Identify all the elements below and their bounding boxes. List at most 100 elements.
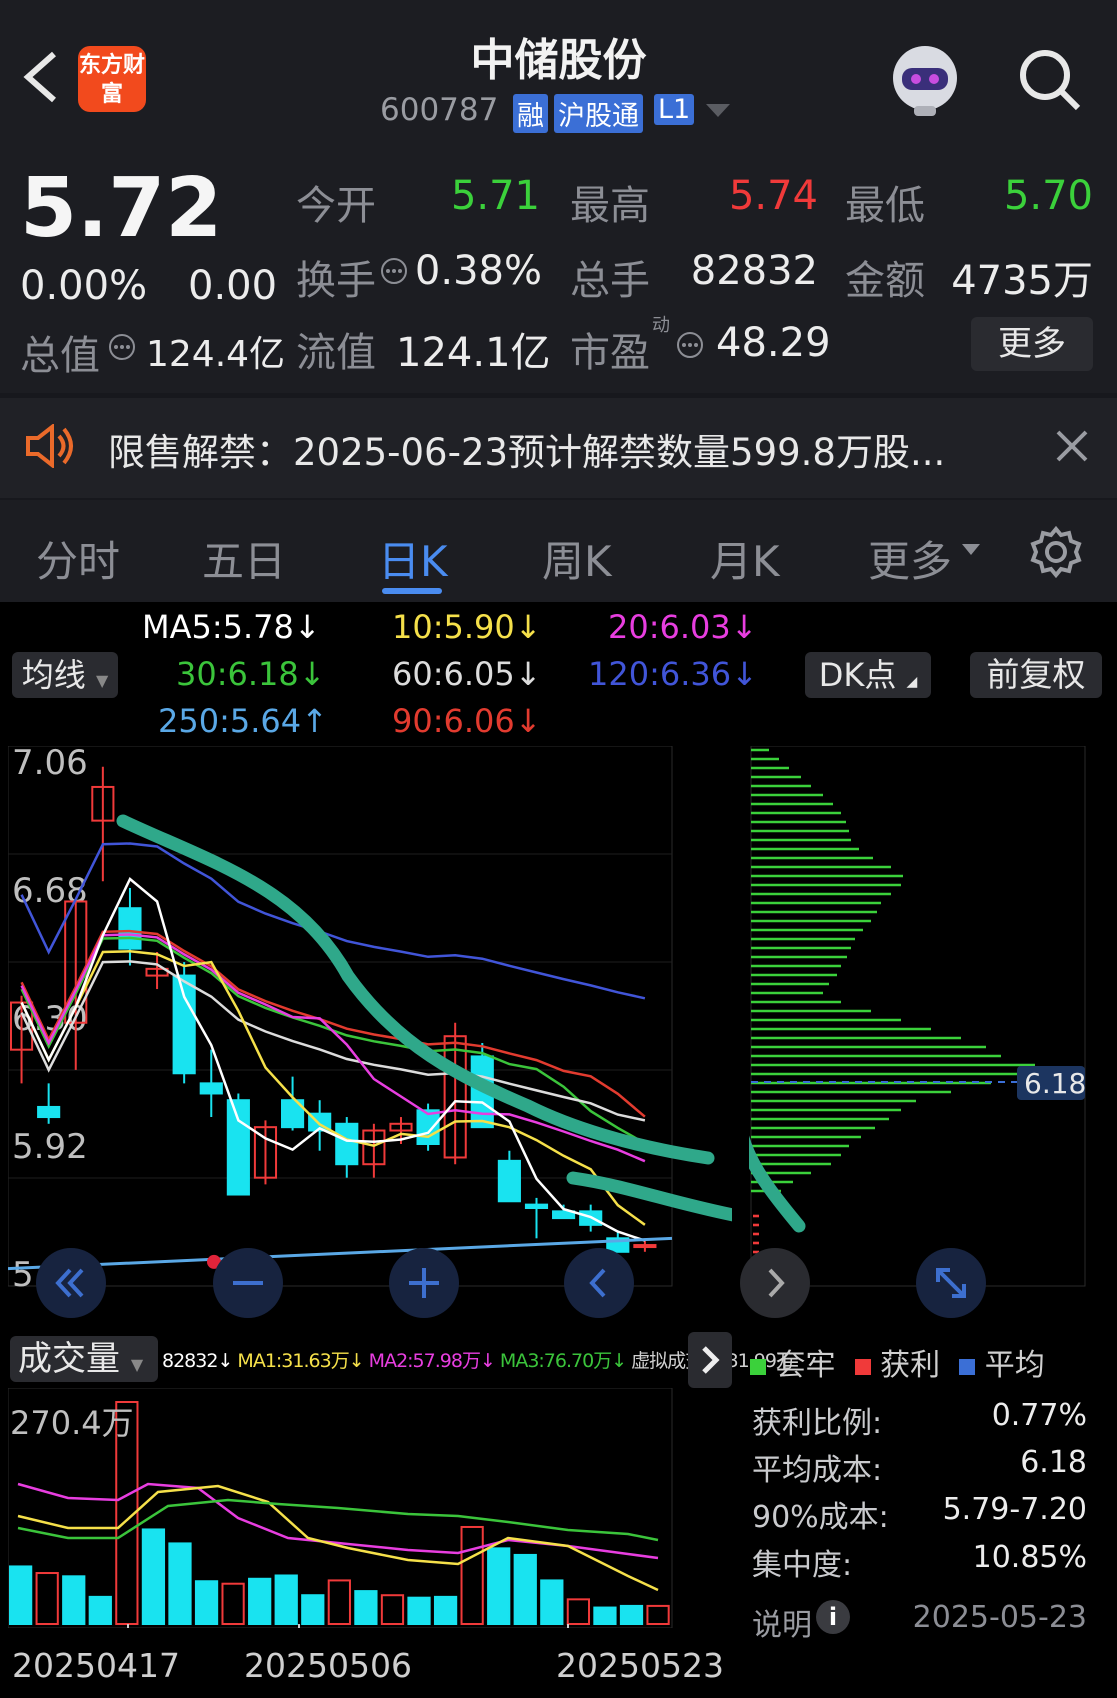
volume-ma3-line: [17, 1498, 659, 1542]
double-chevron-left-icon: [55, 1268, 84, 1298]
tab-weekly-k[interactable]: 周K: [542, 528, 612, 589]
robot-assistant-icon[interactable]: [884, 40, 966, 120]
ma250-legend: 250:5.64↑: [158, 702, 328, 740]
notice-text: 限售解禁：2025-06-23预计解禁数量599.8万股...: [108, 431, 946, 474]
candle-body: [199, 1082, 223, 1095]
kline-chart[interactable]: 7.066.686.305.925.54: [8, 746, 732, 1326]
stat-label: 90%成本:: [752, 1500, 889, 1535]
info-dots-icon[interactable]: [676, 331, 704, 359]
volume-bar: [433, 1595, 458, 1626]
pe-superscript: 动: [652, 315, 670, 336]
avg-cost-tag-text: 6.18: [1024, 1067, 1086, 1100]
stat-label: 集中度:: [752, 1548, 853, 1583]
volume-bar: [646, 1604, 670, 1626]
scroll-right-button[interactable]: [740, 1248, 810, 1318]
float-label: 流值: [296, 330, 376, 376]
chip-legend: 套牢 获利 平均: [750, 1340, 1045, 1384]
volume-bar: [274, 1574, 298, 1626]
plus-icon: [409, 1268, 439, 1298]
chip-frame: [750, 746, 1086, 1287]
scroll-left-button[interactable]: [564, 1248, 634, 1318]
ma5-line: [20, 877, 646, 1242]
price-axis-label: 7.06: [12, 746, 88, 783]
fullscreen-button[interactable]: [916, 1248, 986, 1318]
close-icon[interactable]: [1056, 430, 1088, 462]
tab-five-day[interactable]: 五日: [202, 528, 286, 589]
tab-more[interactable]: 更多: [868, 528, 952, 589]
candle-body: [416, 1109, 440, 1146]
volume-indicator-selector[interactable]: 成交量 ▼: [10, 1336, 158, 1382]
candle-body: [524, 1203, 549, 1210]
legend-trapped: 套牢: [775, 1348, 836, 1383]
stat-value: 0.77%: [991, 1398, 1087, 1433]
settings-gear-icon[interactable]: [1030, 526, 1082, 578]
chevron-left-icon: [589, 1268, 606, 1298]
candle-body: [633, 1244, 657, 1249]
annotation-arrow-head: [749, 1135, 806, 1233]
stat-value: 10.85%: [972, 1540, 1087, 1575]
caret-down-icon: [962, 544, 980, 555]
ma10-legend: 10:5.90↓: [392, 608, 542, 646]
legend-profit: 获利: [880, 1348, 941, 1383]
stat-value: 6.18: [1020, 1445, 1087, 1480]
tab-daily-k[interactable]: 日K: [378, 528, 448, 589]
active-tab-indicator: [382, 588, 442, 594]
info-dots-icon[interactable]: [108, 333, 136, 361]
stock-code: 600787: [380, 92, 499, 128]
candle-body: [335, 1122, 359, 1166]
quote-panel: 5.72 0.00% 0.00 总值 124.4亿 今开 5.71 最高 5.7…: [0, 145, 1117, 393]
zoom-out-button[interactable]: [213, 1248, 283, 1318]
volume-bar: [380, 1594, 405, 1626]
zoom-in-button[interactable]: [389, 1248, 459, 1318]
expand-icon: [936, 1268, 966, 1298]
ma-selector-button[interactable]: 均线 ▼: [12, 652, 118, 698]
annotation-arrow-line: [566, 1171, 732, 1222]
tab-intraday[interactable]: 分时: [36, 528, 120, 589]
volume-bar: [513, 1553, 537, 1625]
speaker-icon: [26, 424, 73, 468]
chip-date: 2025-05-23: [912, 1600, 1087, 1635]
chip-distribution-chart: 6.18: [749, 746, 1086, 1287]
low-value: 5.70: [1003, 173, 1093, 219]
ma120-line: [20, 842, 646, 1000]
ma30-legend: 30:6.18↓: [176, 655, 326, 693]
legend-average: 平均: [984, 1348, 1045, 1383]
volume-bar: [460, 1525, 484, 1626]
tab-monthly-k[interactable]: 月K: [710, 528, 780, 589]
adjust-button[interactable]: 前复权: [970, 652, 1102, 698]
dk-point-button[interactable]: DK点 ◢: [805, 652, 931, 698]
volume-bar: [62, 1575, 86, 1625]
info-icon[interactable]: i: [816, 1600, 850, 1634]
float-value: 124.1亿: [396, 330, 551, 376]
mktcap-value: 124.4亿: [146, 334, 286, 375]
scroll-start-button[interactable]: [36, 1248, 106, 1318]
ma-selector-label: 均线: [21, 656, 86, 694]
volume-current: 82832↓: [162, 1350, 233, 1372]
volume-bar: [35, 1572, 59, 1625]
ma20-legend: 20:6.03↓: [608, 608, 758, 646]
volume-bar: [619, 1604, 644, 1626]
volume-bar: [88, 1595, 112, 1626]
chevron-right-icon: [768, 1268, 785, 1298]
ma90-legend: 90:6.06↓: [392, 702, 542, 740]
volume-bar: [327, 1579, 351, 1626]
ma10-line: [20, 950, 646, 1226]
candle-body: [172, 974, 196, 1075]
expand-panel-button[interactable]: [688, 1332, 732, 1388]
chart-frame: [8, 746, 673, 1287]
chevron-down-icon[interactable]: [706, 104, 730, 118]
ma60-legend: 60:6.05↓: [392, 655, 542, 693]
mktcap-label: 总值: [20, 333, 100, 379]
explain-label[interactable]: 说明: [752, 1600, 812, 1644]
price-axis-label: 5.92: [12, 1127, 88, 1167]
notice-bar[interactable]: 限售解禁：2025-06-23预计解禁数量599.8万股...: [0, 398, 1117, 498]
date-label-mid: 20250506: [244, 1646, 412, 1685]
amount-value: 4735万: [951, 258, 1093, 304]
dk-point-label: DK点: [818, 656, 897, 694]
search-icon[interactable]: [1018, 48, 1082, 112]
stat-label: 平均成本:: [752, 1453, 883, 1488]
volume-bar: [487, 1547, 511, 1626]
more-button[interactable]: 更多: [971, 317, 1093, 371]
volume-max-label: 270.4万: [10, 1404, 134, 1442]
stat-value: 5.79-7.20: [942, 1492, 1087, 1527]
